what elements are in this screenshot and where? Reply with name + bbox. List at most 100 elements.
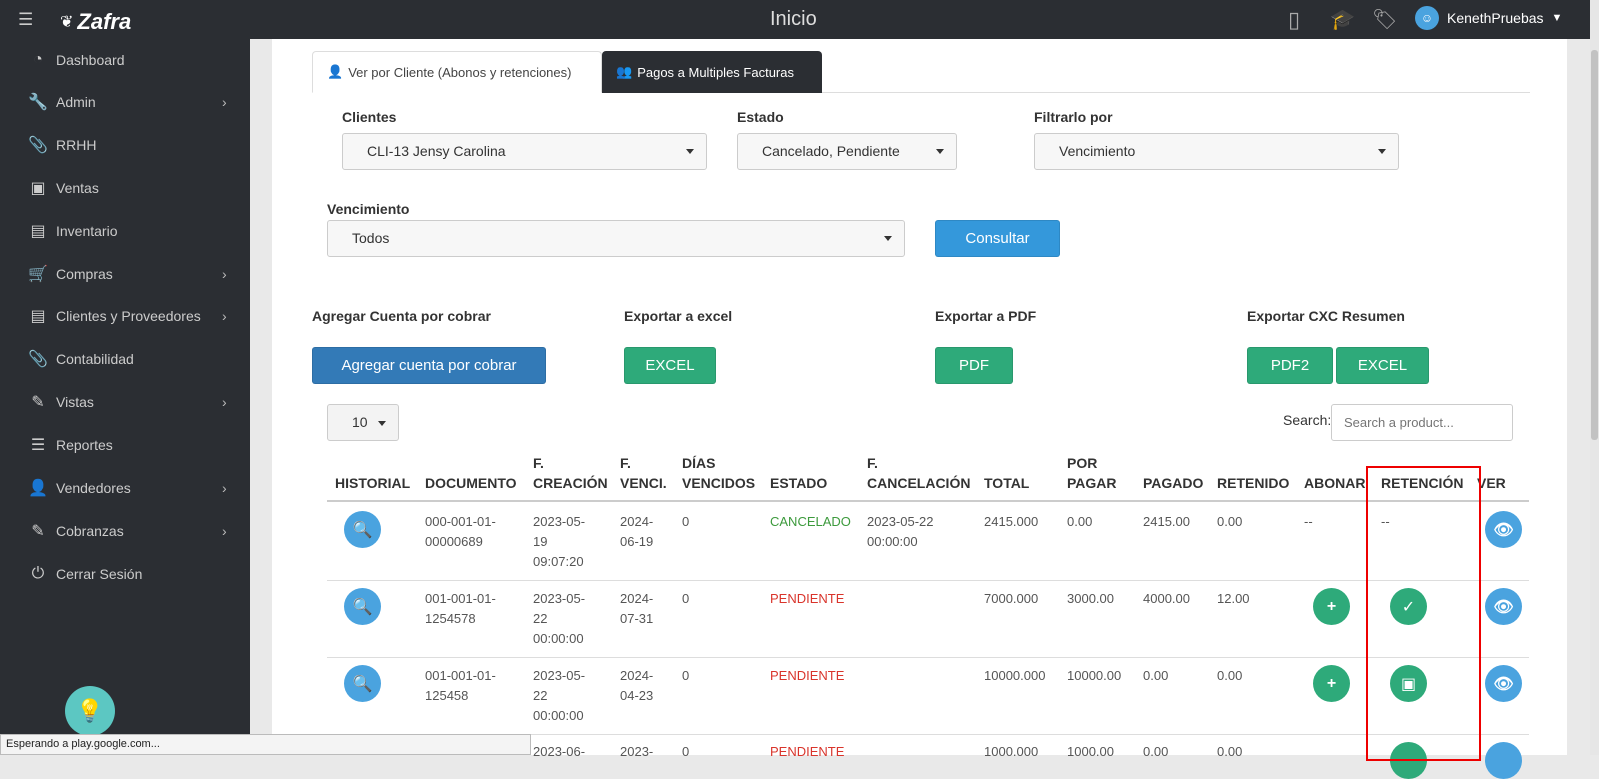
search-icon: 🔍 xyxy=(352,598,373,616)
user-menu[interactable]: ☺ KenethPruebas ▼ xyxy=(1415,6,1562,30)
estado-select[interactable]: Cancelado, Pendiente xyxy=(737,133,957,170)
paperclip-icon: 📎 xyxy=(28,137,48,154)
caret-down-icon xyxy=(884,236,892,241)
ver-button[interactable] xyxy=(1485,742,1522,779)
mobile-icon[interactable]: ▯ xyxy=(1288,7,1300,33)
th-line: PAGAR xyxy=(1067,475,1117,491)
abonar-button[interactable]: + xyxy=(1313,665,1350,702)
book-icon: ▤ xyxy=(30,308,46,325)
vencimiento-select[interactable]: Todos xyxy=(327,220,905,257)
cart-icon: 🛒 xyxy=(28,266,48,283)
lightbulb-icon: 💡 xyxy=(76,698,104,723)
export-excel-button[interactable]: EXCEL xyxy=(624,347,716,384)
caret-down-icon xyxy=(686,149,694,154)
sidebar-item-compras[interactable]: 🛒 Compras › xyxy=(0,257,250,291)
scrollbar-thumb[interactable] xyxy=(1591,50,1598,440)
ver-button[interactable]: 👁 xyxy=(1485,511,1522,548)
plus-icon: + xyxy=(1326,674,1337,692)
page-scrollbar[interactable] xyxy=(1590,0,1599,755)
cell-pagado: 0.00 xyxy=(1143,668,1169,683)
cell-por-pagar: 10000.00 xyxy=(1067,668,1122,683)
page-size-select[interactable]: 10 xyxy=(327,404,399,441)
cell-f-venci: 2024- 04-23 xyxy=(620,666,653,706)
sidebar-item-contabilidad[interactable]: 📎 Contabilidad xyxy=(0,342,250,376)
search-input[interactable] xyxy=(1331,404,1513,441)
cell-total: 2415.000 xyxy=(984,514,1039,529)
clientes-select[interactable]: CLI-13 Jensy Carolina xyxy=(342,133,707,170)
historial-search-button[interactable]: 🔍 xyxy=(344,665,381,702)
th-pagado[interactable]: PAGADO xyxy=(1143,473,1203,493)
cell-por-pagar: 3000.00 xyxy=(1067,591,1114,606)
historial-search-button[interactable]: 🔍 xyxy=(344,588,381,625)
cell-estado: PENDIENTE xyxy=(770,668,845,683)
row-divider xyxy=(327,657,1529,658)
th-total[interactable]: TOTAL xyxy=(984,473,1029,493)
menu-toggle-icon[interactable]: ☰ xyxy=(18,10,33,30)
ver-button[interactable]: 👁 xyxy=(1485,588,1522,625)
agregar-cuenta-button[interactable]: Agregar cuenta por cobrar xyxy=(312,347,546,384)
th-f-venci[interactable]: F. VENCI. xyxy=(620,453,667,493)
graduation-cap-icon[interactable]: 🎓 xyxy=(1330,7,1355,32)
export-cxc-pdf2-button[interactable]: PDF2 xyxy=(1247,347,1333,384)
app-logo[interactable]: ❦ Zafra xyxy=(60,9,131,35)
tab-label: Ver por Cliente (Abonos y retenciones) xyxy=(348,64,572,80)
tab-pagos-multiples[interactable]: 👥 Pagos a Multiples Facturas xyxy=(602,51,822,93)
sidebar-item-ventas[interactable]: ▣ Ventas xyxy=(0,171,250,205)
th-dias-vencidos[interactable]: DÍAS VENCIDOS xyxy=(682,453,755,493)
cell-line: 07-31 xyxy=(620,611,654,626)
export-cxc-excel-button[interactable]: EXCEL xyxy=(1336,347,1429,384)
lightbulb-help-button[interactable]: 💡 xyxy=(65,686,115,736)
export-pdf-button[interactable]: PDF xyxy=(935,347,1013,384)
th-f-cancelacion[interactable]: F. CANCELACIÓN xyxy=(867,453,970,493)
filtrar-label: Filtrarlo por xyxy=(1034,109,1113,125)
sidebar-item-inventario[interactable]: ▤ Inventario xyxy=(0,214,250,248)
ver-button[interactable]: 👁 xyxy=(1485,665,1522,702)
th-estado[interactable]: ESTADO xyxy=(770,473,827,493)
agregar-section-label: Agregar Cuenta por cobrar xyxy=(312,308,491,324)
filtrar-select[interactable]: Vencimiento xyxy=(1034,133,1399,170)
filtrar-value: Vencimiento xyxy=(1059,143,1136,159)
historial-search-button[interactable]: 🔍 xyxy=(344,511,381,548)
tags-icon[interactable]: 🏷 xyxy=(1372,7,1397,32)
cell-documento: 001-001-01- 1254578 xyxy=(425,589,496,629)
sidebar-item-label: Contabilidad xyxy=(56,351,134,367)
highlight-annotation-box xyxy=(1366,466,1481,761)
chevron-right-icon: › xyxy=(222,394,227,410)
cell-f-venci: 2023- xyxy=(620,744,654,759)
cell-total: 7000.000 xyxy=(984,591,1039,606)
caret-down-icon xyxy=(378,421,386,426)
sidebar-item-rrhh[interactable]: 📎 RRHH xyxy=(0,128,250,162)
th-retenido[interactable]: RETENIDO xyxy=(1217,473,1289,493)
cell-line: 2024- xyxy=(620,514,654,529)
sidebar-item-cobranzas[interactable]: ✎ Cobranzas › xyxy=(0,514,250,548)
search-icon: 🔍 xyxy=(352,675,373,693)
sidebar-item-vendedores[interactable]: 👤 Vendedores › xyxy=(0,471,250,505)
th-f-creacion[interactable]: F. CREACIÓN xyxy=(533,453,608,493)
cell-line: 2023-05- xyxy=(533,668,586,683)
sidebar-item-cerrar-sesion[interactable]: ⏻ Cerrar Sesión xyxy=(0,557,250,591)
cell-f-cancelacion: 2023-05-22 00:00:00 xyxy=(867,512,934,552)
sidebar-item-admin[interactable]: 🔧 Admin › xyxy=(0,85,250,119)
th-historial[interactable]: HISTORIAL xyxy=(335,473,410,493)
th-ver[interactable]: VER xyxy=(1477,473,1506,493)
th-por-pagar[interactable]: POR PAGAR xyxy=(1067,453,1117,493)
th-documento[interactable]: DOCUMENTO xyxy=(425,473,517,493)
page-title: Inicio xyxy=(770,8,817,30)
search-icon: 🔍 xyxy=(352,521,373,539)
cell-line: 00000689 xyxy=(425,534,483,549)
tab-ver-por-cliente[interactable]: 👤 Ver por Cliente (Abonos y retenciones) xyxy=(312,51,602,93)
th-abonar[interactable]: ABONAR xyxy=(1304,473,1365,493)
cell-f-creacion: 2023-05- 19 09:07:20 xyxy=(533,512,585,572)
sidebar-item-clientes-proveedores[interactable]: ▤ Clientes y Proveedores › xyxy=(0,299,250,333)
th-line: VENCI. xyxy=(620,475,667,491)
tab-label: Pagos a Multiples Facturas xyxy=(637,64,794,80)
cell-retenido: 0.00 xyxy=(1217,744,1243,759)
abonar-button[interactable]: + xyxy=(1313,588,1350,625)
sidebar-item-vistas[interactable]: ✎ Vistas › xyxy=(0,385,250,419)
cell-line: 06-19 xyxy=(620,534,654,549)
paperclip-icon: 📎 xyxy=(28,351,48,368)
sidebar-item-reportes[interactable]: ☰ Reportes xyxy=(0,428,250,462)
sidebar-item-dashboard[interactable]: ◔ Dashboard xyxy=(0,43,250,77)
eye-icon: 👁 xyxy=(1493,521,1514,539)
consultar-button[interactable]: Consultar xyxy=(935,220,1060,257)
